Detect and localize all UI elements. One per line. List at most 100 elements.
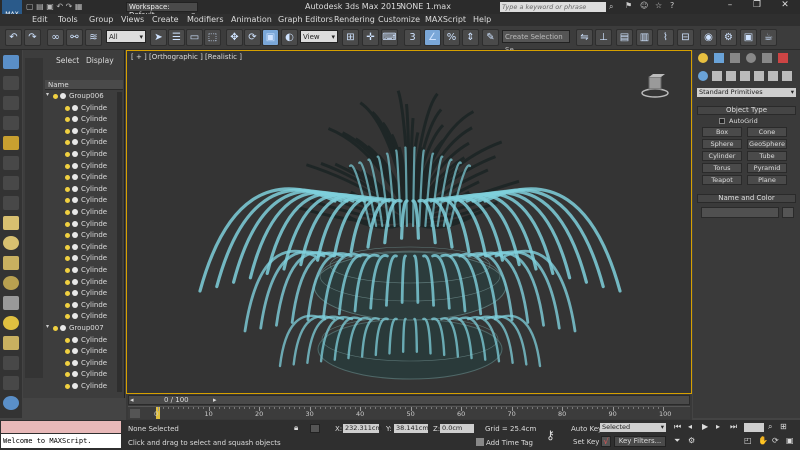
visibility-bulb-icon[interactable] <box>65 302 70 308</box>
menu-help[interactable]: Help <box>473 15 491 24</box>
next-frame-icon[interactable]: ▸ <box>213 396 217 404</box>
scene-object-row[interactable]: Cylinde <box>45 277 123 288</box>
autogrid-checkbox[interactable] <box>719 118 725 124</box>
scene-object-row[interactable]: Cylinde <box>45 346 123 357</box>
minimize-icon[interactable]: – <box>718 0 742 14</box>
scene-object-row[interactable]: Cylinde <box>45 161 123 172</box>
play-icon[interactable]: ▶ <box>702 422 708 431</box>
scene-group-row[interactable]: ▾ Group007 <box>45 323 123 334</box>
systems-icon[interactable] <box>782 71 792 81</box>
visibility-bulb-icon[interactable] <box>65 175 70 181</box>
menu-modifiers[interactable]: Modifiers <box>187 15 224 24</box>
workspace-dropdown[interactable]: Workspace: Default ▾ <box>126 2 198 19</box>
menu-group[interactable]: Group <box>89 15 113 24</box>
box-primitive-icon[interactable] <box>3 216 19 230</box>
lights-icon[interactable] <box>726 71 736 81</box>
new-file-icon[interactable]: ▢ <box>26 2 34 11</box>
viewport[interactable]: [ + ] [Orthographic ] [Realistic ] <box>126 50 692 394</box>
hierarchy-icon[interactable] <box>3 96 19 110</box>
name-and-color-rollout[interactable]: Name and Color <box>697 194 796 203</box>
expand-triangle-icon[interactable]: ▾ <box>46 323 49 330</box>
helpers-icon[interactable] <box>754 71 764 81</box>
modify-tab-icon[interactable] <box>714 53 724 63</box>
project-folder-icon[interactable]: ▦ <box>75 2 83 11</box>
cylinder-primitive-icon[interactable] <box>3 256 19 270</box>
create-tab-icon[interactable] <box>698 53 708 63</box>
visibility-bulb-icon[interactable] <box>65 221 70 227</box>
set-key-button[interactable]: Set Key <box>573 438 599 446</box>
cone-button[interactable]: Cone <box>747 127 787 137</box>
time-configuration-icon[interactable]: ⚙ <box>688 436 695 445</box>
visibility-bulb-icon[interactable] <box>65 152 70 157</box>
display-tab-icon[interactable] <box>762 53 772 63</box>
track-bar[interactable]: 0 10 20 30 40 50 60 70 80 90 100 <box>128 406 690 419</box>
field-of-view-icon[interactable]: ◰ <box>744 436 752 445</box>
teapot-button[interactable]: Teapot <box>702 175 742 185</box>
sphere-primitive-icon[interactable] <box>3 236 19 250</box>
absolute-mode-icon[interactable] <box>310 424 320 433</box>
scene-object-row[interactable]: Cylinde <box>45 207 123 218</box>
cameras-icon[interactable] <box>740 71 750 81</box>
world-icon[interactable] <box>3 396 19 410</box>
menu-create[interactable]: Create <box>152 15 179 24</box>
orbit-icon[interactable]: ⟳ <box>772 436 779 445</box>
favorites-icon[interactable]: ☆ <box>655 1 665 11</box>
object-color-swatch[interactable] <box>782 207 794 218</box>
select-move-icon[interactable]: ✥ <box>226 29 243 46</box>
infocenter-icon[interactable]: ⚑ <box>625 1 635 11</box>
space-warps-icon[interactable] <box>768 71 778 81</box>
visibility-bulb-icon[interactable] <box>65 372 70 378</box>
pyramid-button[interactable]: Pyramid <box>747 163 787 173</box>
cone-primitive-icon[interactable] <box>3 296 19 310</box>
visibility-bulb-icon[interactable] <box>65 268 70 273</box>
edit-named-selection-icon[interactable]: ✎ <box>482 29 499 46</box>
add-time-tag[interactable]: Add Time Tag <box>486 439 533 447</box>
z-coordinate-field[interactable]: 0.0cm <box>440 424 474 433</box>
particle-icon[interactable] <box>3 356 19 370</box>
visibility-bulb-icon[interactable] <box>65 349 70 355</box>
search-input[interactable]: Type a keyword or phrase <box>500 2 606 12</box>
save-file-icon[interactable]: ▣ <box>46 2 54 11</box>
link-icon[interactable]: ∞ <box>47 29 64 46</box>
visibility-bulb-icon[interactable] <box>65 128 70 134</box>
object-name-field[interactable] <box>701 207 779 218</box>
maxscript-mini-listener-top[interactable] <box>1 421 121 433</box>
set-key-icon[interactable]: ⚷ <box>546 428 564 442</box>
flower-model[interactable] <box>127 51 692 394</box>
scene-object-row[interactable]: Cylinde <box>45 195 123 206</box>
menu-edit[interactable]: Edit <box>32 15 48 24</box>
scene-object-row[interactable]: Cylinde <box>45 253 123 264</box>
visibility-bulb-icon[interactable] <box>65 186 70 192</box>
visibility-bulb-icon[interactable] <box>65 244 70 250</box>
column-header[interactable]: Name <box>45 80 123 90</box>
next-frame-icon[interactable]: ▸ <box>716 422 720 431</box>
help-icon[interactable]: ? <box>670 1 680 11</box>
zoom-all-icon[interactable]: ⊞ <box>780 422 787 431</box>
scene-object-row[interactable]: Cylinde <box>45 369 123 380</box>
menu-maxscript[interactable]: MAXScript <box>425 15 466 24</box>
placement-icon[interactable]: ◐ <box>281 29 298 46</box>
visibility-bulb-icon[interactable] <box>53 326 58 331</box>
visibility-bulb-icon[interactable] <box>65 360 70 366</box>
keyboard-shortcut-icon[interactable]: ⌨ <box>381 29 398 46</box>
undo-icon[interactable]: ↶ <box>5 29 22 46</box>
key-filters-button[interactable]: Key Filters... <box>614 436 666 447</box>
selection-region-icon[interactable]: ▭ <box>186 29 203 46</box>
scene-object-row[interactable]: Cylinde <box>45 137 123 148</box>
scene-object-row[interactable]: Cylinde <box>45 358 123 369</box>
motion-tab-icon[interactable] <box>746 53 756 63</box>
selection-filter-dropdown[interactable]: All ▾ <box>106 30 146 43</box>
scene-object-row[interactable]: Cylinde <box>45 288 123 299</box>
teapot-primitive-icon[interactable] <box>3 336 19 350</box>
lock-selection-icon[interactable]: 🔒︎ <box>294 423 302 432</box>
go-to-end-icon[interactable]: ⏭ <box>730 422 737 432</box>
render-production-icon[interactable]: ☕ <box>760 29 777 46</box>
select-rotate-icon[interactable]: ⟳ <box>244 29 261 46</box>
menu-graph-editors[interactable]: Graph Editors <box>278 15 333 24</box>
select-by-name-icon[interactable]: ☰ <box>168 29 185 46</box>
visibility-bulb-icon[interactable] <box>65 279 70 285</box>
shapes-icon[interactable] <box>712 71 722 81</box>
percent-snap-icon[interactable]: % <box>443 29 460 46</box>
create-icon[interactable] <box>3 55 19 69</box>
tab-display[interactable]: Display <box>86 56 114 65</box>
